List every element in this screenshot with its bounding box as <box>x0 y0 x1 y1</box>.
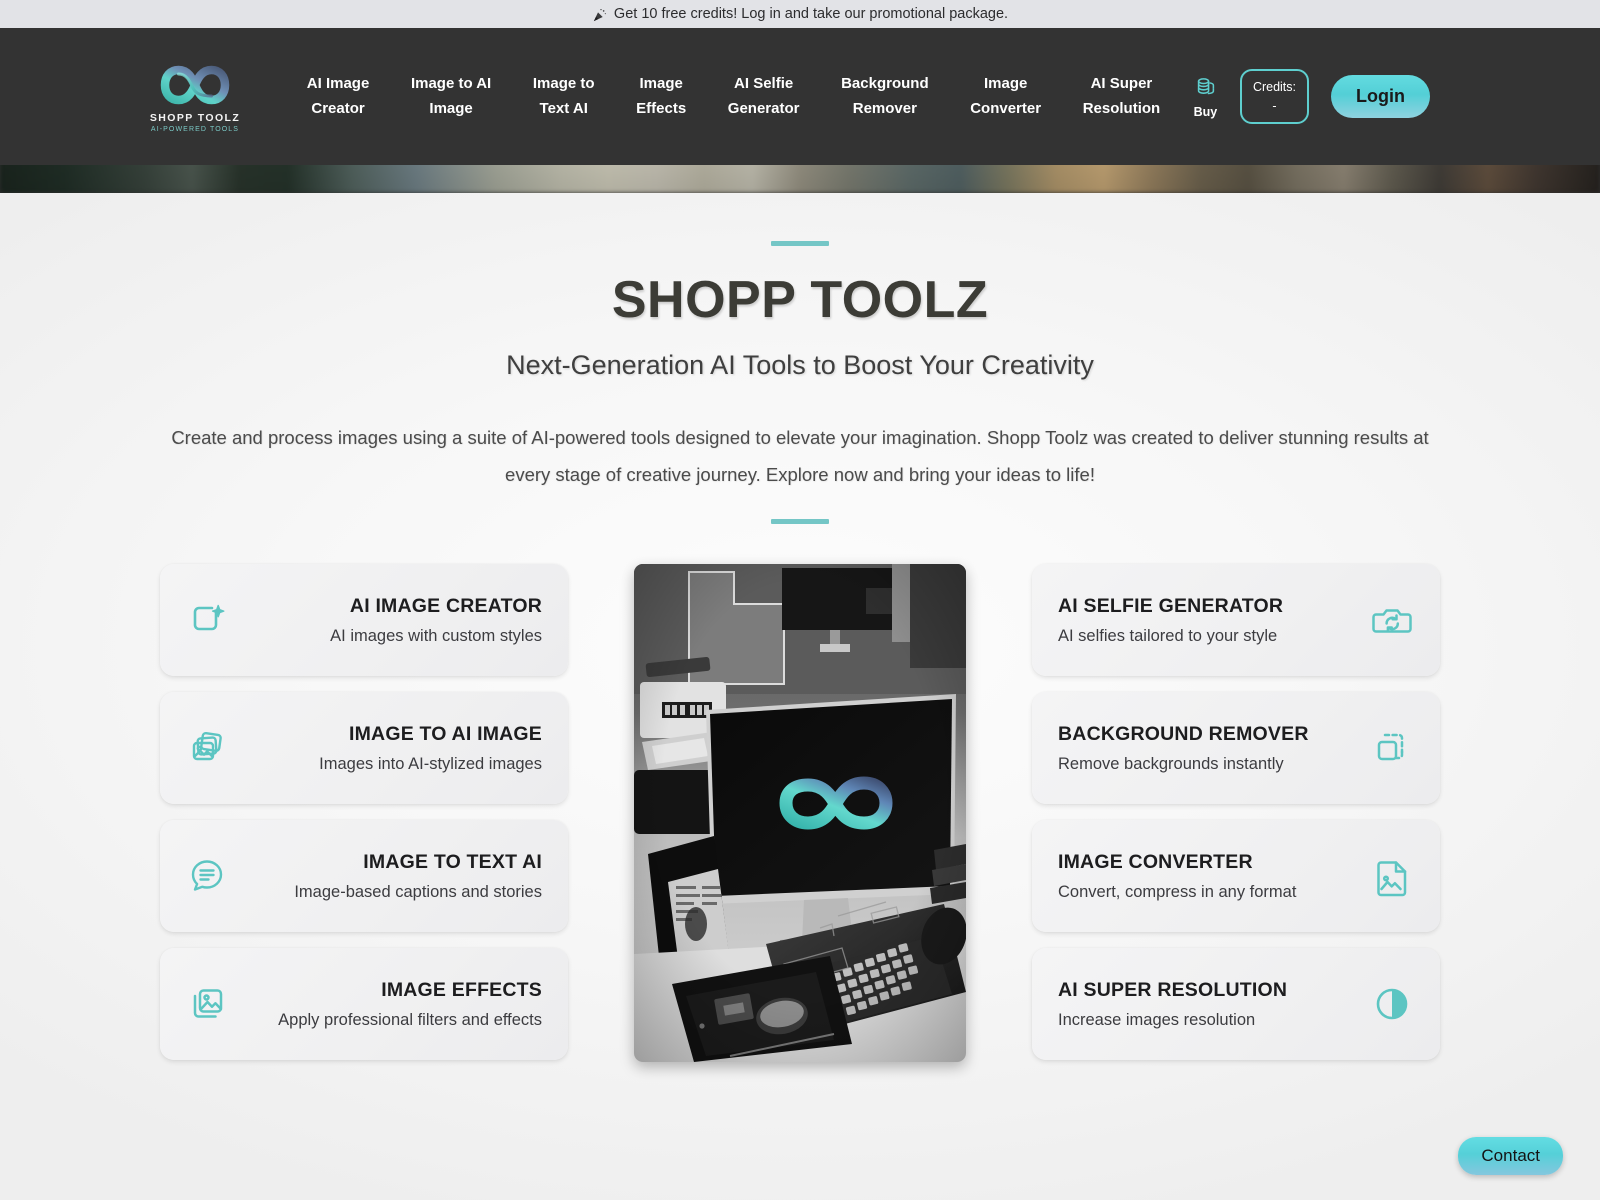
page-description: Create and process images using a suite … <box>171 427 1429 485</box>
nav-item-image-to-ai-image[interactable]: Image to AI Image <box>390 66 512 127</box>
tool-card-ai-selfie-generator[interactable]: AI SELFIE GENERATOR AI selfies tailored … <box>1032 564 1440 676</box>
nav-item-image-to-text-ai[interactable]: Image to Text AI <box>512 66 615 127</box>
tool-card-title: AI IMAGE CREATOR <box>349 594 542 617</box>
page-subtitle: Next-Generation AI Tools to Boost Your C… <box>506 350 1094 380</box>
tool-card-text: AI IMAGE CREATOR AI images with custom s… <box>248 595 542 646</box>
desk-workstation-photo <box>634 564 966 1062</box>
main-navigation-bar: SHOPP TOOLZ AI-POWERED TOOLS AI Image Cr… <box>0 28 1600 165</box>
party-popper-icon <box>592 8 607 23</box>
tools-column-left: AI IMAGE CREATOR AI images with custom s… <box>160 564 568 1060</box>
tool-card-title: IMAGE EFFECTS <box>381 978 542 1001</box>
stacked-photos-icon <box>186 726 230 770</box>
tool-card-image-converter[interactable]: IMAGE CONVERTER Convert, compress in any… <box>1032 820 1440 932</box>
tools-column-right: AI SELFIE GENERATOR AI selfies tailored … <box>1032 564 1440 1060</box>
credits-indicator[interactable]: Credits: - <box>1239 69 1310 124</box>
tool-card-title: AI SUPER RESOLUTION <box>1058 978 1288 1001</box>
coins-icon <box>1193 75 1218 103</box>
nav-item-ai-super-resolution[interactable]: AI Super Resolution <box>1062 66 1181 127</box>
tool-card-title: IMAGE CONVERTER <box>1058 850 1253 873</box>
nav-item-ai-selfie-generator[interactable]: AI Selfie Generator <box>707 66 820 127</box>
contrast-circle-icon <box>1370 982 1414 1026</box>
login-button[interactable]: Login <box>1331 75 1430 118</box>
nav-item-background-remover[interactable]: Background Remover <box>820 66 949 127</box>
tools-grid: AI IMAGE CREATOR AI images with custom s… <box>0 564 1600 1062</box>
tool-card-image-to-text-ai[interactable]: IMAGE TO TEXT AI Image-based captions an… <box>160 820 568 932</box>
nav-links-group: AI Image Creator Image to AI Image Image… <box>286 66 1181 127</box>
tool-card-subtitle: Remove backgrounds instantly <box>1058 754 1284 773</box>
promo-banner: Get 10 free credits! Log in and take our… <box>0 0 1600 28</box>
crop-cutout-icon <box>1370 726 1414 770</box>
buy-credits-button[interactable]: Buy <box>1193 75 1218 119</box>
tool-card-text: AI SUPER RESOLUTION Increase images reso… <box>1058 979 1352 1030</box>
title-divider-top <box>771 241 829 246</box>
sparkle-frame-icon <box>186 598 230 642</box>
credits-value: - <box>1272 98 1277 113</box>
tool-card-text: IMAGE EFFECTS Apply professional filters… <box>248 979 542 1030</box>
tool-card-text: IMAGE TO AI IMAGE Images into AI-stylize… <box>248 723 542 774</box>
tool-card-subtitle: Convert, compress in any format <box>1058 882 1297 901</box>
brand-logo-link[interactable]: SHOPP TOOLZ AI-POWERED TOOLS <box>150 61 240 133</box>
buy-label: Buy <box>1193 104 1218 119</box>
tool-card-subtitle: AI selfies tailored to your style <box>1058 626 1278 645</box>
tool-card-title: IMAGE TO AI IMAGE <box>349 722 542 745</box>
tool-card-subtitle: Images into AI-stylized images <box>319 754 542 773</box>
camera-refresh-icon <box>1370 598 1414 642</box>
tool-card-ai-super-resolution[interactable]: AI SUPER RESOLUTION Increase images reso… <box>1032 948 1440 1060</box>
tool-card-text: BACKGROUND REMOVER Remove backgrounds in… <box>1058 723 1352 774</box>
nav-actions-group: Buy Credits: - Login <box>1193 69 1430 124</box>
showcase-photo <box>634 564 966 1062</box>
tool-card-image-effects[interactable]: IMAGE EFFECTS Apply professional filters… <box>160 948 568 1060</box>
title-divider-bottom <box>771 519 829 524</box>
layered-image-icon <box>186 982 230 1026</box>
file-image-icon <box>1370 854 1414 898</box>
tool-card-title: BACKGROUND REMOVER <box>1058 722 1309 745</box>
credits-label: Credits: <box>1252 80 1297 95</box>
tool-card-background-remover[interactable]: BACKGROUND REMOVER Remove backgrounds in… <box>1032 692 1440 804</box>
nav-item-image-converter[interactable]: Image Converter <box>949 66 1061 127</box>
tool-card-ai-image-creator[interactable]: AI IMAGE CREATOR AI images with custom s… <box>160 564 568 676</box>
promo-banner-text: Get 10 free credits! Log in and take our… <box>613 6 1009 22</box>
brand-tagline-text: AI-POWERED TOOLS <box>150 125 240 133</box>
main-content: SHOPP TOOLZ Next-Generation AI Tools to … <box>0 193 1600 1200</box>
nav-item-image-effects[interactable]: Image Effects <box>615 66 707 127</box>
tool-card-text: AI SELFIE GENERATOR AI selfies tailored … <box>1058 595 1352 646</box>
brand-name-text: SHOPP TOOLZ <box>149 111 241 124</box>
tool-card-text: IMAGE TO TEXT AI Image-based captions an… <box>248 851 542 902</box>
nav-item-ai-image-creator[interactable]: AI Image Creator <box>286 66 390 127</box>
tool-card-title: IMAGE TO TEXT AI <box>363 850 542 873</box>
tool-card-image-to-ai-image[interactable]: IMAGE TO AI IMAGE Images into AI-stylize… <box>160 692 568 804</box>
tool-card-title: AI SELFIE GENERATOR <box>1058 594 1284 617</box>
hero-header-region: SHOPP TOOLZ AI-POWERED TOOLS AI Image Cr… <box>0 28 1600 193</box>
tool-card-subtitle: AI images with custom styles <box>330 626 542 645</box>
chat-bubble-lines-icon <box>186 854 230 898</box>
tool-card-subtitle: Apply professional filters and effects <box>278 1010 542 1029</box>
tool-card-subtitle: Image-based captions and stories <box>294 882 542 901</box>
contact-button[interactable]: Contact <box>1458 1137 1563 1175</box>
tool-card-text: IMAGE CONVERTER Convert, compress in any… <box>1058 851 1352 902</box>
page-title: SHOPP TOOLZ <box>611 271 989 329</box>
infinity-logo-icon <box>158 61 232 109</box>
tool-card-subtitle: Increase images resolution <box>1058 1010 1256 1029</box>
